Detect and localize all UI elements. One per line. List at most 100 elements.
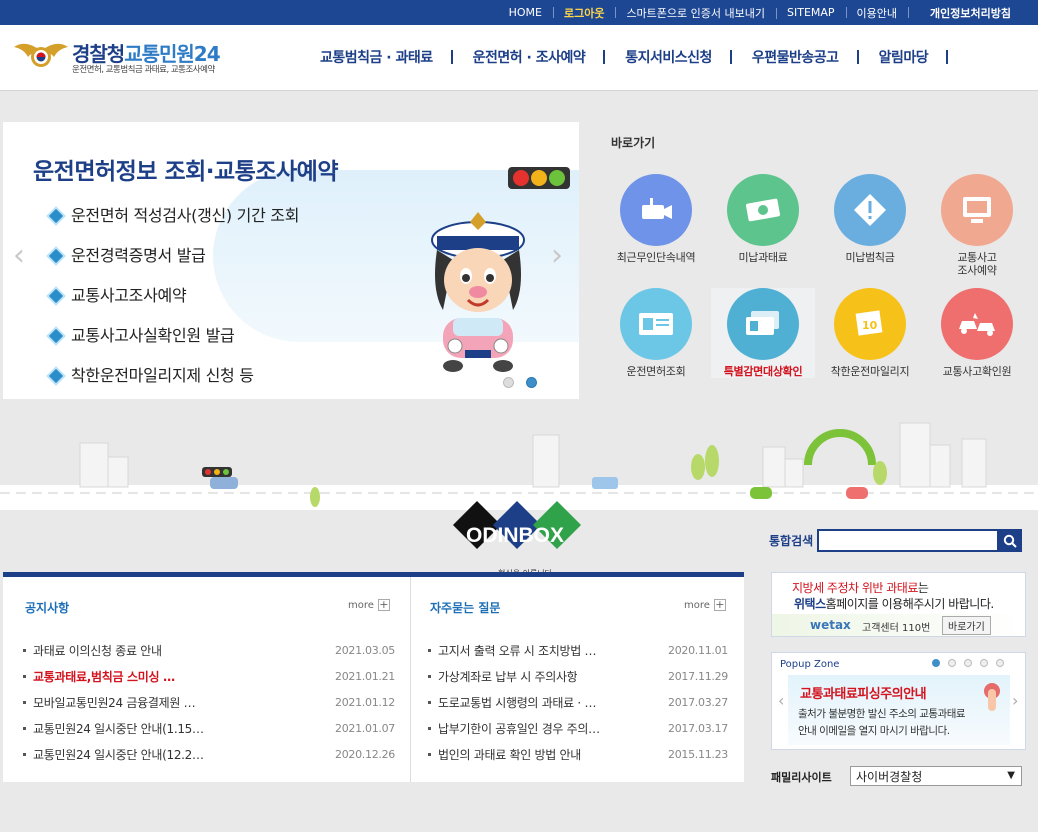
quick-label: 착한운전마일리지 — [830, 365, 910, 378]
police-emblem-icon — [14, 43, 68, 67]
faq-list: 고지서 출력 오류 시 조치방법 … 2020.11.01 가상계좌로 납부 시 … — [428, 637, 728, 767]
notice-item-title: 모바일교통민원24 금융결제원 … — [33, 695, 196, 710]
utility-links: HOME 로그아웃 스마트폰으로 인증서 내보내기 SITEMAP 이용안내 개… — [498, 0, 1022, 25]
hand-pointer-icon — [984, 683, 1000, 711]
popup-dot[interactable] — [948, 659, 956, 667]
notice-item[interactable]: 과태료 이의신청 종료 안내 2021.03.05 — [23, 637, 395, 663]
popup-dot[interactable] — [980, 659, 988, 667]
notice-item-title: 교통민원24 일시중단 안내(12.2… — [33, 747, 204, 762]
odinbox-logo[interactable]: ODINBOX 혁신을 이룹니다 — [440, 500, 590, 580]
wetax-banner-highlight: 지방세 주정차 위반 과태료 — [792, 581, 918, 595]
notice-item[interactable]: 모바일교통민원24 금융결제원 … 2021.01.12 — [23, 689, 395, 715]
site-logo[interactable]: 경찰청교통민원24 운전면허, 교통범칙금 과태료, 교통조사예약 — [12, 37, 252, 83]
slider-pagination — [503, 377, 537, 388]
notice-board-panel: 공지사항 more + 과태료 이의신청 종료 안내 2021.03.05 교통과태… — [3, 572, 744, 782]
slider-item[interactable]: 교통사고조사예약 — [48, 282, 299, 322]
cityscape-illustration — [0, 422, 1038, 510]
notice-item[interactable]: 교통민원24 일시중단 안내(12.2… 2020.12.26 — [23, 741, 395, 767]
notice-item-date: 2021.01.21 — [335, 669, 395, 683]
search-icon — [1003, 534, 1017, 548]
slider-item[interactable]: 착한운전마일리지제 신청 등 — [48, 362, 299, 399]
plus-icon: + — [713, 598, 726, 611]
popup-next-button[interactable]: › — [1012, 691, 1018, 710]
wetax-banner-line1: 지방세 주정차 위반 과태료는 — [792, 579, 929, 596]
quick-license-check[interactable]: 운전면허조회 — [604, 288, 708, 378]
quick-unpaid-penalty[interactable]: 미납범칙금 — [818, 174, 922, 264]
logout-link[interactable]: 로그아웃 — [552, 5, 615, 21]
money-icon — [727, 174, 799, 246]
top-utility-bar: HOME 로그아웃 스마트폰으로 인증서 내보내기 SITEMAP 이용안내 개… — [0, 0, 1038, 25]
home-link[interactable]: HOME — [498, 6, 553, 19]
license-card-icon — [620, 288, 692, 360]
faq-item[interactable]: 납부기한이 공휴일인 경우 주의… 2017.03.17 — [428, 715, 728, 741]
wetax-go-button[interactable]: 바로가기 — [942, 616, 991, 635]
quick-accident-reservation[interactable]: 교통사고 조사예약 — [925, 174, 1029, 277]
wetax-call-center: 고객센터 110번 — [862, 623, 931, 634]
wetax-banner[interactable]: 지방세 주정차 위반 과태료는 위택스홈페이지를 이용해주시기 바랍니다. we… — [771, 572, 1026, 637]
notice-more-button[interactable]: more + — [348, 599, 390, 611]
search-input[interactable] — [817, 529, 999, 552]
popup-prev-button[interactable]: ‹ — [778, 691, 784, 710]
quick-recent-enforcement[interactable]: 최근무인단속내역 — [604, 174, 708, 264]
quick-label: 운전면허조회 — [626, 365, 686, 378]
popup-text-line: 출처가 불분명한 발신 주소의 교통과태료 — [798, 708, 966, 720]
wetax-banner-line2-rest: 홈페이지를 이용해주시기 바랍니다. — [825, 597, 995, 611]
faq-item-title: 도로교통법 시행령의 과태료 · … — [438, 695, 597, 710]
quick-unpaid-fine[interactable]: 미납과태료 — [711, 174, 815, 264]
family-site-selected: 사이버경찰청 — [856, 770, 923, 784]
quick-special-reduction[interactable]: 특별감면대상확인 — [711, 288, 815, 378]
faq-item[interactable]: 법인의 과태료 확인 방법 안내 2015.11.23 — [428, 741, 728, 767]
slider-item[interactable]: 운전경력증명서 발급 — [48, 242, 299, 282]
faq-item-title: 가상계좌로 납부 시 주의사항 — [438, 669, 578, 684]
faq-item[interactable]: 고지서 출력 오류 시 조치방법 … 2020.11.01 — [428, 637, 728, 663]
diamond-bullet-icon — [48, 368, 64, 384]
family-site-select[interactable]: 사이버경찰청 ▼ — [850, 766, 1022, 786]
sitemap-link[interactable]: SITEMAP — [776, 6, 846, 19]
main-visual-slider: 운전면허정보 조회·교통조사예약 운전면허 적성검사(갱신) 기간 조회 운전경… — [3, 122, 579, 399]
faq-item[interactable]: 도로교통법 시행령의 과태료 · … 2017.03.27 — [428, 689, 728, 715]
popup-zone: Popup Zone 교통과태료피싱주의안내 출처가 불분명한 발신 주소의 교… — [771, 652, 1026, 750]
nav-notification-service[interactable]: 통지서비스신청 — [605, 47, 732, 67]
nav-returned-mail[interactable]: 우편물반송공고 — [732, 47, 859, 67]
guide-link[interactable]: 이용안내 — [845, 5, 908, 21]
slider-item[interactable]: 교통사고사실확인원 발급 — [48, 322, 299, 362]
main-navigation: 교통범칙금 · 과태료 운전면허 · 조사예약 통지서비스신청 우편물반송공고 … — [300, 47, 948, 67]
slider-prev-button[interactable]: ‹ — [13, 238, 25, 273]
faq-item-date: 2015.11.23 — [668, 747, 728, 761]
privacy-policy-link[interactable]: 개인정보처리방침 — [908, 5, 1022, 21]
diamond-bullet-icon — [48, 328, 64, 344]
export-certificate-link[interactable]: 스마트폰으로 인증서 내보내기 — [615, 5, 776, 21]
faq-item[interactable]: 가상계좌로 납부 시 주의사항 2017.11.29 — [428, 663, 728, 689]
quick-label: 교통사고 조사예약 — [957, 251, 997, 277]
slider-next-button[interactable]: › — [551, 238, 563, 273]
popup-dot[interactable] — [996, 659, 1004, 667]
traffic-light-icon — [508, 167, 570, 189]
popup-content[interactable]: 교통과태료피싱주의안내 출처가 불분명한 발신 주소의 교통과태료 안내 이메일을… — [788, 675, 1010, 745]
wetax-banner-line2: 위택스홈페이지를 이용해주시기 바랍니다. — [794, 595, 994, 612]
notice-item[interactable]: 교통과태료,범칙금 스미싱 … 2021.01.21 — [23, 663, 395, 689]
quick-accident-certificate[interactable]: 교통사고확인원 — [925, 288, 1029, 378]
faq-item-date: 2017.11.29 — [668, 669, 728, 683]
slider-item-label: 착한운전마일리지제 신청 등 — [71, 366, 254, 385]
slider-dot[interactable] — [503, 377, 514, 388]
slider-item-label: 운전경력증명서 발급 — [71, 246, 206, 265]
nav-notice-board[interactable]: 알림마당 — [859, 47, 949, 67]
nav-license-reservation[interactable]: 운전면허 · 조사예약 — [453, 47, 606, 67]
id-card-icon — [727, 288, 799, 360]
faq-more-button[interactable]: more + — [684, 599, 726, 611]
slider-item-label: 운전면허 적성검사(갱신) 기간 조회 — [71, 206, 300, 225]
nav-fines[interactable]: 교통범칙금 · 과태료 — [300, 47, 453, 67]
popup-dot-active[interactable] — [932, 659, 940, 667]
notice-item[interactable]: 교통민원24 일시중단 안내(1.15… 2021.01.07 — [23, 715, 395, 741]
search-button[interactable] — [998, 529, 1022, 552]
popup-dot[interactable] — [964, 659, 972, 667]
slider-item[interactable]: 운전면허 적성검사(갱신) 기간 조회 — [48, 202, 300, 242]
chevron-down-icon: ▼ — [1007, 770, 1015, 781]
notice-item-title: 교통과태료,범칙금 스미싱 … — [33, 669, 175, 684]
faq-item-title: 법인의 과태료 확인 방법 안내 — [438, 747, 581, 762]
slider-dot-active[interactable] — [526, 377, 537, 388]
mileage-icon: 10 — [834, 288, 906, 360]
quick-good-driving-mileage[interactable]: 10 착한운전마일리지 — [818, 288, 922, 378]
popup-zone-label: Popup Zone — [780, 659, 840, 670]
more-label: more — [348, 599, 374, 611]
